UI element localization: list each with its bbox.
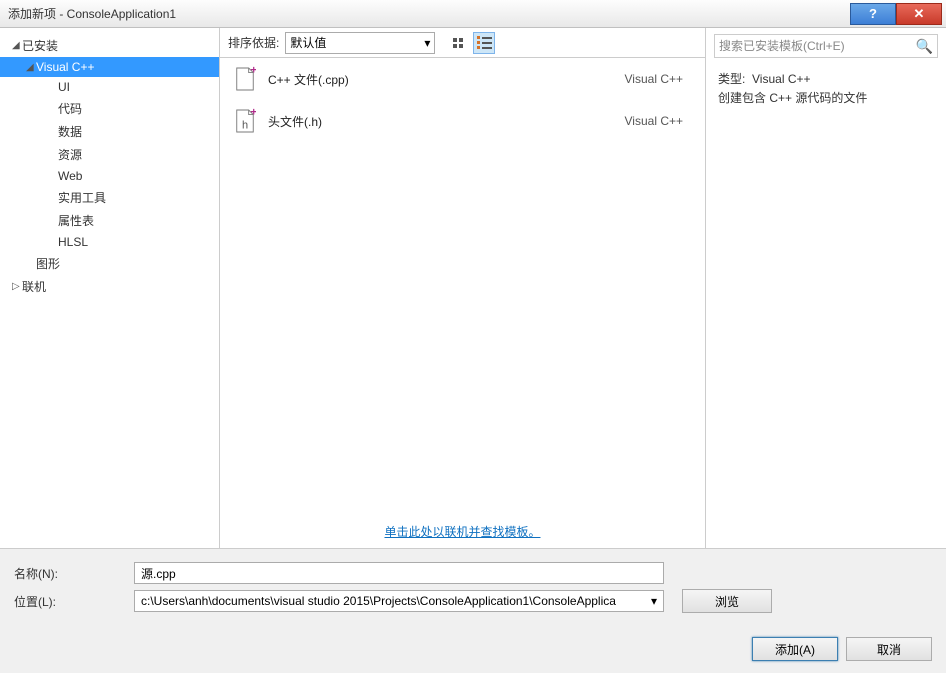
- sort-label: 排序依据:: [228, 34, 279, 51]
- dialog-footer: 添加(A) 取消: [0, 625, 946, 673]
- cancel-button[interactable]: 取消: [846, 637, 932, 661]
- view-grid-button[interactable]: [447, 32, 469, 54]
- close-button[interactable]: ✕: [896, 3, 942, 25]
- file-icon: ++: [234, 66, 256, 92]
- tree-item-实用工具[interactable]: 实用工具: [0, 186, 219, 209]
- location-label: 位置(L):: [14, 593, 124, 610]
- tree-item-hlsl[interactable]: HLSL: [0, 232, 219, 252]
- search-icon: 🔍: [916, 38, 933, 55]
- search-input[interactable]: [719, 39, 916, 53]
- name-input[interactable]: 源.cpp: [134, 562, 664, 584]
- form-section: 名称(N): 源.cpp 位置(L): c:\Users\anh\documen…: [0, 548, 946, 625]
- tree-visual-cpp[interactable]: ◢Visual C++: [0, 57, 219, 77]
- svg-text:++: ++: [251, 66, 257, 77]
- template-name: C++ 文件(.cpp): [268, 71, 613, 88]
- tree-item-属性表[interactable]: 属性表: [0, 209, 219, 232]
- list-icon: [477, 36, 492, 49]
- details-panel: 🔍 类型: Visual C++ 创建包含 C++ 源代码的文件: [706, 28, 946, 548]
- search-online-link[interactable]: 单击此处以联机并查找模板。: [220, 515, 705, 548]
- titlebar: 添加新项 - ConsoleApplication1 ? ✕: [0, 0, 946, 28]
- template-list: ++ C++ 文件(.cpp) Visual C++++h 头文件(.h) Vi…: [220, 58, 705, 515]
- type-label: 类型:: [718, 72, 745, 86]
- tree-item-代码[interactable]: 代码: [0, 97, 219, 120]
- search-box[interactable]: 🔍: [714, 34, 938, 58]
- tree-online[interactable]: ▷联机: [0, 275, 219, 298]
- tree-item-ui[interactable]: UI: [0, 77, 219, 97]
- sort-toolbar: 排序依据: 默认值 ▾: [220, 28, 705, 58]
- grid-icon: [453, 38, 463, 48]
- chevron-down-icon: ▾: [424, 36, 430, 50]
- template-row[interactable]: ++h 头文件(.h) Visual C++: [220, 100, 705, 142]
- file-icon: ++h: [234, 108, 256, 134]
- tree-item-web[interactable]: Web: [0, 166, 219, 186]
- name-label: 名称(N):: [14, 565, 124, 582]
- type-value: Visual C++: [752, 72, 810, 86]
- location-input[interactable]: c:\Users\anh\documents\visual studio 201…: [134, 590, 664, 612]
- tree-graphics[interactable]: 图形: [0, 252, 219, 275]
- sort-dropdown[interactable]: 默认值 ▾: [285, 32, 435, 54]
- browse-button[interactable]: 浏览: [682, 589, 772, 613]
- template-row[interactable]: ++ C++ 文件(.cpp) Visual C++: [220, 58, 705, 100]
- chevron-down-icon: ▾: [651, 594, 657, 608]
- template-lang: Visual C++: [625, 114, 683, 128]
- add-button[interactable]: 添加(A): [752, 637, 838, 661]
- tree-installed[interactable]: ◢已安装: [0, 34, 219, 57]
- template-name: 头文件(.h): [268, 113, 613, 130]
- template-description: 创建包含 C++ 源代码的文件: [718, 89, 934, 108]
- svg-text:h: h: [242, 119, 248, 131]
- svg-text:++: ++: [251, 108, 257, 119]
- view-list-button[interactable]: [473, 32, 495, 54]
- tree-item-数据[interactable]: 数据: [0, 120, 219, 143]
- category-sidebar: ◢已安装 ◢Visual C++ UI代码数据资源Web实用工具属性表HLSL …: [0, 28, 220, 548]
- tree-item-资源[interactable]: 资源: [0, 143, 219, 166]
- help-button[interactable]: ?: [850, 3, 896, 25]
- template-lang: Visual C++: [625, 72, 683, 86]
- window-title: 添加新项 - ConsoleApplication1: [8, 5, 850, 22]
